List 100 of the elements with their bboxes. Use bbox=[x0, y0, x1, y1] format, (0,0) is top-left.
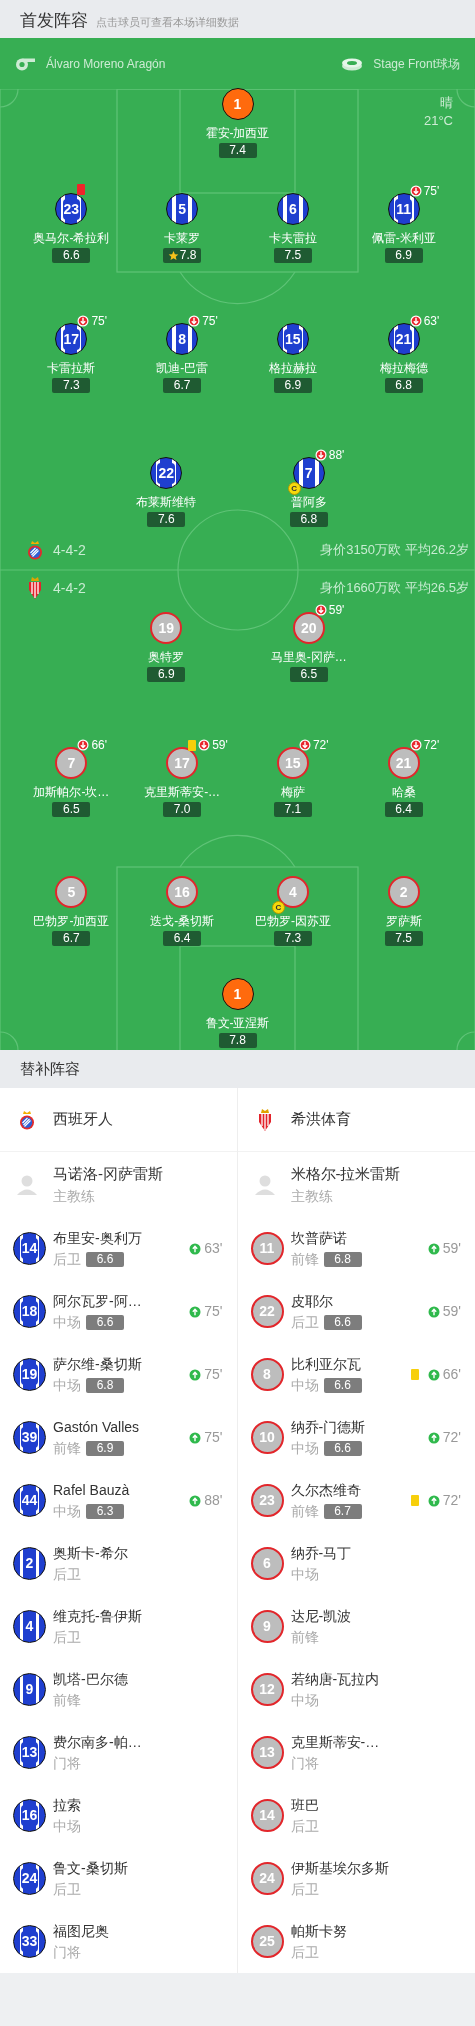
section-title: 首发阵容 bbox=[20, 10, 88, 32]
substitution-in-icon bbox=[189, 1368, 202, 1381]
player-rating: 6.9 bbox=[384, 248, 423, 263]
player-name[interactable]: 班巴 bbox=[290, 1795, 319, 1815]
player-name[interactable]: 伊斯基埃尔多斯 bbox=[290, 1858, 389, 1878]
player-shirt-badge[interactable]: 13 bbox=[13, 1736, 46, 1769]
player-rating: 6.8 bbox=[289, 512, 328, 527]
player-name: 罗萨斯 bbox=[385, 913, 422, 929]
player-name[interactable]: 皮耶尔 bbox=[290, 1291, 362, 1311]
player-rating: 7.0 bbox=[163, 802, 202, 817]
player-shirt-badge[interactable]: 39 bbox=[13, 1421, 46, 1454]
substitution-minute: 66' bbox=[442, 1365, 461, 1384]
player-position: 后卫 bbox=[53, 1880, 81, 1899]
player-shirt-badge[interactable]: 5 bbox=[166, 193, 199, 225]
player-shirt-badge[interactable]: 24 bbox=[13, 1862, 46, 1895]
substitution-minute: 75' bbox=[202, 314, 218, 328]
referee-name: Álvaro Moreno Aragón bbox=[46, 55, 166, 73]
player-position: 前锋 bbox=[53, 1691, 81, 1710]
player-name[interactable]: 久尔杰维奇 bbox=[290, 1480, 362, 1500]
player-position: 中场 bbox=[53, 1502, 81, 1521]
weather-label: 晴 bbox=[440, 94, 453, 112]
player-name: 马里奥-冈萨… bbox=[270, 649, 347, 665]
coach-avatar-icon bbox=[253, 1173, 276, 1196]
substitution-out-icon bbox=[198, 739, 211, 751]
player-position: 门将 bbox=[53, 1943, 81, 1962]
player-rating: 6.9 bbox=[86, 1440, 124, 1456]
player-shirt-badge[interactable]: 33 bbox=[13, 1925, 46, 1958]
player-rating: 6.6 bbox=[323, 1314, 362, 1330]
player-shirt-badge[interactable]: 15 bbox=[276, 323, 309, 355]
player-rating: 6.7 bbox=[163, 378, 202, 393]
player-shirt-badge[interactable]: 2 bbox=[13, 1547, 46, 1580]
player-name[interactable]: Rafel Bauzà bbox=[53, 1480, 130, 1500]
temperature-label: 21°C bbox=[423, 112, 453, 130]
player-name: 哈桑 bbox=[391, 784, 416, 800]
substitution-minute: 66' bbox=[91, 738, 107, 752]
player-rating: 6.3 bbox=[86, 1503, 124, 1519]
substitution-out-icon bbox=[409, 739, 422, 751]
team-name: 西班牙人 bbox=[53, 1109, 113, 1130]
player-rating: 6.8 bbox=[86, 1377, 124, 1393]
substitution-minute: 75' bbox=[204, 1302, 223, 1321]
player-shirt-badge[interactable]: 8 bbox=[166, 323, 199, 355]
player-name[interactable]: 坎普萨诺 bbox=[290, 1228, 362, 1248]
player-name[interactable]: 萨尔维-桑切斯 bbox=[53, 1354, 142, 1374]
player-name[interactable]: 纳乔-马丁 bbox=[290, 1543, 352, 1563]
player-shirt-badge[interactable]: 18 bbox=[13, 1295, 46, 1328]
player-shirt-badge[interactable]: 44 bbox=[13, 1484, 46, 1517]
substitution-minute: 72' bbox=[312, 738, 329, 752]
player-name[interactable]: 布里安-奥利万 bbox=[53, 1228, 142, 1248]
substitution-minute: 72' bbox=[442, 1428, 461, 1447]
player-name: 加斯帕尔-坎… bbox=[33, 784, 110, 800]
player-shirt-badge[interactable]: 11 bbox=[387, 193, 420, 225]
captain-badge: C bbox=[271, 901, 285, 914]
player-name[interactable]: 纳乔-门德斯 bbox=[290, 1417, 366, 1437]
coach-role: 主教练 bbox=[290, 1186, 334, 1206]
player-name[interactable]: 费尔南多-帕… bbox=[53, 1732, 142, 1752]
player-position: 前锋 bbox=[290, 1250, 319, 1269]
player-name[interactable]: 奥斯卡-希尔 bbox=[53, 1543, 128, 1563]
player-rating: 6.4 bbox=[384, 802, 423, 817]
substitution-in-icon bbox=[427, 1431, 440, 1444]
player-name[interactable]: 克里斯蒂安-… bbox=[290, 1732, 380, 1752]
player-shirt-badge[interactable]: 17 bbox=[55, 323, 88, 355]
player-name[interactable]: 福图尼奥 bbox=[53, 1921, 109, 1941]
player-position: 中场 bbox=[53, 1376, 81, 1395]
substitution-minute: 75' bbox=[423, 184, 440, 198]
player-shirt-badge[interactable]: 14 bbox=[13, 1232, 46, 1265]
player-rating: 6.7 bbox=[52, 931, 91, 946]
player-name[interactable]: 维克托-鲁伊斯 bbox=[53, 1606, 142, 1626]
player-name[interactable]: Gastón Valles bbox=[53, 1417, 140, 1437]
player-rating: 6.6 bbox=[86, 1251, 124, 1267]
player-shirt-badge[interactable]: 6 bbox=[276, 193, 309, 225]
player-rating: 6.7 bbox=[323, 1503, 362, 1519]
player-shirt-badge[interactable]: 19 bbox=[13, 1358, 46, 1391]
player-shirt-badge[interactable]: 21 bbox=[387, 323, 420, 355]
substitution-out-icon bbox=[314, 604, 327, 616]
player-position: 后卫 bbox=[290, 1880, 319, 1899]
player-name[interactable]: 达尼-凯波 bbox=[290, 1606, 352, 1626]
player-shirt-badge[interactable]: 16 bbox=[13, 1799, 46, 1832]
player-name[interactable]: 鲁文-桑切斯 bbox=[53, 1858, 128, 1878]
player-rating: 6.5 bbox=[52, 802, 91, 817]
stadium-icon bbox=[341, 56, 364, 71]
player-rating: 7.6 bbox=[147, 512, 186, 527]
player-position: 后卫 bbox=[53, 1628, 81, 1647]
player-shirt-badge[interactable]: 22 bbox=[150, 457, 183, 489]
player-name: 奥特罗 bbox=[148, 649, 185, 665]
player-name[interactable]: 若纳唐-瓦拉内 bbox=[290, 1669, 380, 1689]
player-name[interactable]: 比利亚尔瓦 bbox=[290, 1354, 362, 1374]
player-shirt-badge[interactable]: 23 bbox=[55, 193, 88, 225]
player-shirt-badge[interactable]: 4 bbox=[13, 1610, 46, 1643]
venue-name: Stage Front球场 bbox=[373, 55, 460, 73]
coach-name: 马诺洛-冈萨雷斯 bbox=[53, 1163, 163, 1184]
player-name[interactable]: 阿尔瓦罗-阿… bbox=[53, 1291, 142, 1311]
player-position: 中场 bbox=[53, 1313, 81, 1332]
player-rating: 6.8 bbox=[323, 1251, 362, 1267]
player-position: 后卫 bbox=[290, 1943, 319, 1962]
player-name[interactable]: 帕斯卡努 bbox=[290, 1921, 347, 1941]
player-shirt-badge[interactable]: 9 bbox=[13, 1673, 46, 1706]
player-name[interactable]: 凯塔-巴尔德 bbox=[53, 1669, 128, 1689]
player-rating: 6.6 bbox=[52, 248, 91, 263]
player-name[interactable]: 拉索 bbox=[53, 1795, 81, 1815]
substitution-minute: 75' bbox=[204, 1365, 223, 1384]
